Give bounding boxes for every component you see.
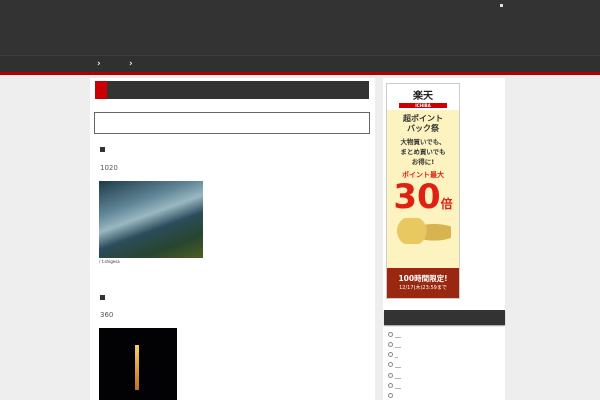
list-item[interactable]: __: [388, 361, 401, 368]
content-box: [94, 112, 370, 134]
post-bullet: [100, 147, 105, 152]
post-count: 1020: [100, 164, 118, 172]
list-item[interactable]: __: [388, 372, 401, 379]
circle-icon: [388, 393, 393, 398]
ad-text: 超ポイント: [403, 114, 443, 123]
ad-number: 30: [393, 177, 441, 217]
circle-icon: [388, 352, 393, 357]
post-image-water[interactable]: [99, 181, 203, 258]
image-caption: / t.shigesa: [99, 259, 120, 264]
header-dot: [500, 4, 503, 7]
list-item[interactable]: __: [388, 331, 401, 338]
ad-text: 100時間限定!: [398, 274, 448, 283]
circle-icon: [388, 373, 393, 378]
widget-header: [384, 310, 505, 325]
nav-item-1[interactable]: ›: [97, 59, 101, 69]
global-nav: [0, 55, 600, 75]
tower-light: [135, 345, 139, 390]
ad-text: 大物買いでも、: [400, 138, 446, 146]
circle-icon: [388, 332, 393, 337]
rakuten-logo: 楽天 ICHIBA: [387, 84, 459, 110]
page-title-bar: [95, 81, 369, 99]
circle-icon: [388, 342, 393, 347]
ad-text: 倍: [440, 197, 453, 211]
ad-text: バック祭: [407, 124, 439, 133]
title-accent: [95, 81, 107, 99]
list-item[interactable]: [388, 392, 395, 399]
list-item[interactable]: __: [388, 382, 401, 389]
post-count: 360: [100, 311, 114, 319]
circle-icon: [388, 362, 393, 367]
coins-icon: [395, 218, 451, 244]
ad-text: まとめ買いでも: [400, 148, 446, 156]
nav-item-2[interactable]: ›: [129, 59, 133, 69]
rakuten-banner-ad[interactable]: 楽天 ICHIBA 超ポイント バック祭 大物買いでも、 まとめ買いでも お得に!…: [386, 83, 460, 299]
list-item[interactable]: _: [388, 351, 398, 358]
ad-footer: 100時間限定! 12/17(木)23:59まで: [387, 268, 459, 298]
circle-icon: [388, 383, 393, 388]
site-header: [0, 0, 600, 55]
list-item[interactable]: __: [388, 341, 401, 348]
ad-text: 12/17(木)23:59まで: [399, 285, 447, 291]
ad-text: お得に!: [411, 158, 435, 166]
post-bullet: [100, 295, 105, 300]
